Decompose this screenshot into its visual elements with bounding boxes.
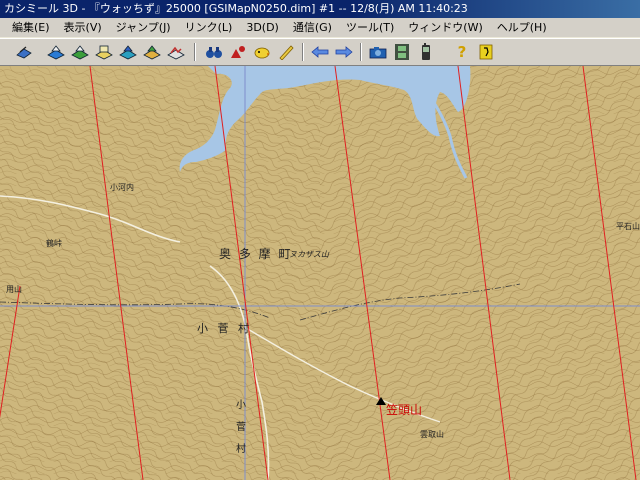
place-name: 小 菅 村 (197, 322, 252, 335)
layer-mixed-icon[interactable] (142, 43, 162, 61)
camera-icon[interactable] (368, 43, 388, 61)
menu-3d[interactable]: 3D(D) (239, 18, 286, 37)
film-icon[interactable] (392, 43, 412, 61)
map-canvas[interactable] (0, 66, 640, 480)
menu-edit[interactable]: 編集(E) (0, 18, 57, 37)
place-name: 小河内 (110, 183, 134, 192)
exit-icon[interactable] (476, 43, 496, 61)
menu-window[interactable]: ウィンドウ(W) (401, 18, 489, 37)
binoculars-icon[interactable] (204, 43, 224, 61)
chick-icon[interactable] (252, 43, 272, 61)
place-name: 雲取山 (420, 430, 444, 439)
place-name: 奥 多 摩 町 (219, 247, 293, 261)
open-map-icon[interactable] (14, 43, 34, 61)
ruler-icon[interactable] (276, 43, 296, 61)
layer-green-icon[interactable] (70, 43, 90, 61)
layer-yellow-icon[interactable] (94, 43, 114, 61)
help-icon[interactable]: ? (452, 43, 472, 61)
window-title-bar: カシミール 3D - 『ウォッちず』25000 [GSIMapN0250.dim… (0, 0, 640, 18)
toolbar-separator (302, 43, 304, 61)
marker-red-icon[interactable] (228, 43, 248, 61)
toolbar-separator (194, 43, 196, 61)
menu-tools[interactable]: ツール(T) (339, 18, 401, 37)
layer-blue-icon[interactable] (46, 43, 66, 61)
menu-jump[interactable]: ジャンプ(J) (109, 18, 178, 37)
menu-view[interactable]: 表示(V) (57, 18, 109, 37)
arrow-left-icon[interactable] (310, 43, 330, 61)
place-name: ヌカザス山 (289, 250, 329, 259)
window-title: カシミール 3D - 『ウォッちず』25000 [GSIMapN0250.dim… (4, 2, 468, 15)
toolbar: ? (0, 38, 640, 66)
summit-label[interactable]: 笠頭山 (386, 401, 422, 418)
place-name: 小 (236, 400, 246, 411)
contour-layer (0, 66, 320, 480)
layer-red-icon[interactable] (166, 43, 186, 61)
place-name: 平石山 (616, 222, 640, 231)
topographic-map[interactable]: 奥 多 摩 町 小 菅 村 小 菅 村 ヌカザス山 鶴峠 用山 雲取山 小河内 … (0, 66, 640, 480)
place-name: 鶴峠 (46, 239, 62, 248)
place-name: 菅 (236, 422, 246, 433)
layer-cyan-icon[interactable] (118, 43, 138, 61)
menu-link[interactable]: リンク(L) (178, 18, 240, 37)
arrow-right-icon[interactable] (334, 43, 354, 61)
gps-icon[interactable] (416, 43, 436, 61)
place-name: 用山 (6, 285, 22, 294)
menu-communication[interactable]: 通信(G) (286, 18, 339, 37)
toolbar-separator (360, 43, 362, 61)
place-name: 村 (236, 444, 246, 455)
menu-bar: 編集(E) 表示(V) ジャンプ(J) リンク(L) 3D(D) 通信(G) ツール(T) ウ… (0, 18, 640, 38)
menu-help[interactable]: ヘルプ(H) (490, 18, 554, 37)
contour-layer (320, 66, 640, 480)
